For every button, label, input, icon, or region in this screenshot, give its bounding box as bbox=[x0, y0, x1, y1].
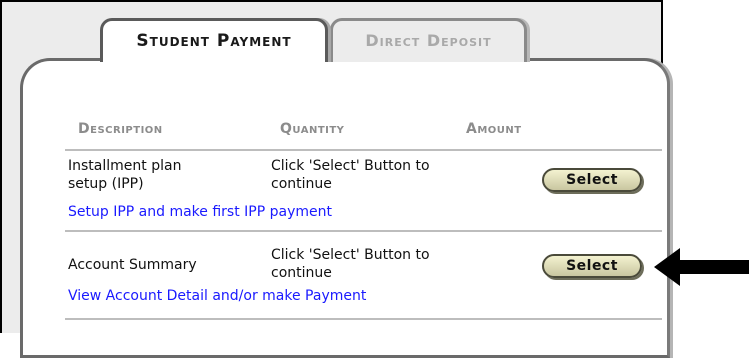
row-account-summary-quantity-line1: Click 'Select' Button to bbox=[271, 247, 430, 263]
arrow-left-icon bbox=[654, 248, 749, 286]
row-account-summary-description: Account Summary bbox=[68, 257, 197, 273]
select-account-summary-button[interactable]: Select bbox=[542, 254, 642, 278]
tab-direct-deposit[interactable]: Direct Deposit bbox=[330, 18, 527, 62]
tab-student-payment[interactable]: Student Payment bbox=[100, 18, 328, 62]
table-divider bbox=[65, 318, 662, 320]
link-view-account-detail[interactable]: View Account Detail and/or make Payment bbox=[68, 288, 366, 304]
select-ipp-button[interactable]: Select bbox=[542, 168, 642, 192]
column-header-description: Description bbox=[78, 121, 163, 137]
row-account-summary-quantity-line2: continue bbox=[271, 265, 332, 281]
row-account-summary-quantity: Click 'Select' Button to continue bbox=[271, 246, 430, 282]
row-ipp-quantity: Click 'Select' Button to continue bbox=[271, 157, 430, 193]
row-ipp-quantity-line1: Click 'Select' Button to bbox=[271, 158, 430, 174]
row-ipp-description: Installment plan setup (IPP) bbox=[68, 157, 181, 193]
table-divider bbox=[65, 230, 662, 232]
row-ipp-description-line2: setup (IPP) bbox=[68, 176, 144, 192]
table-divider bbox=[65, 149, 662, 151]
link-setup-ipp[interactable]: Setup IPP and make first IPP payment bbox=[68, 204, 332, 220]
row-ipp-description-line1: Installment plan bbox=[68, 158, 182, 174]
row-ipp-quantity-line2: continue bbox=[271, 176, 332, 192]
column-header-amount: Amount bbox=[466, 121, 522, 137]
column-header-quantity: Quantity bbox=[280, 121, 345, 137]
